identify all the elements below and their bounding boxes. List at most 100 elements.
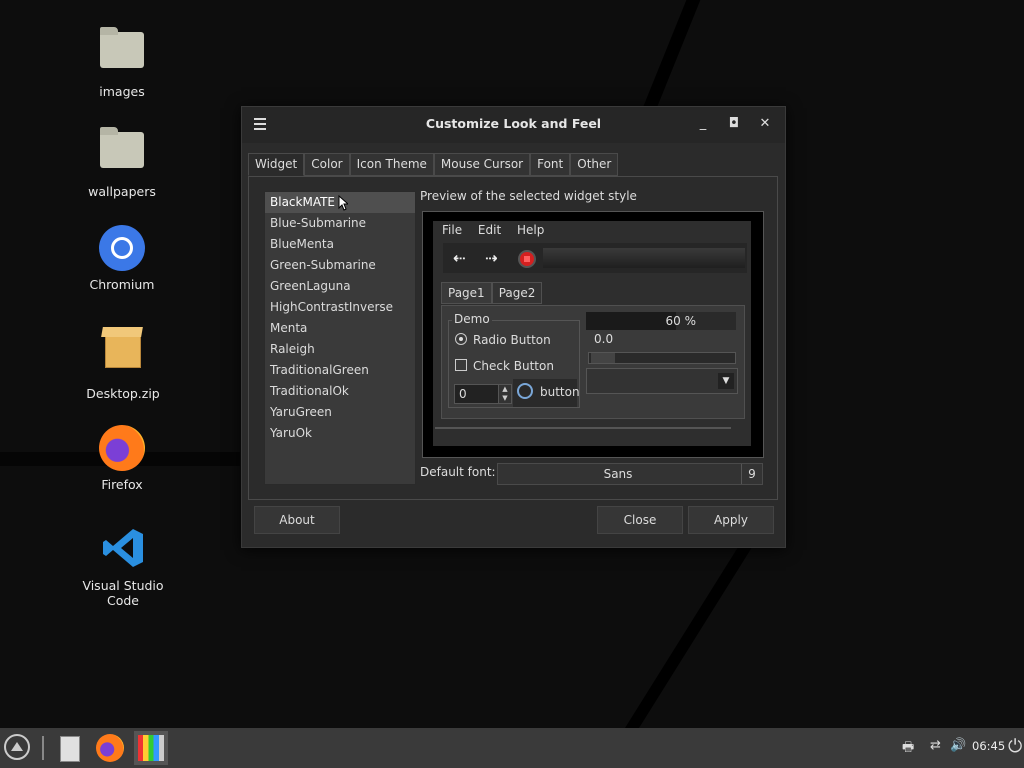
style-item[interactable]: Green-Submarine [265,255,415,276]
preview-window: File Edit Help ⇠ ⇢ Page1 Page2 Radio Butt… [433,221,751,446]
firefox-icon [96,734,124,762]
desktop-icon-firefox[interactable]: Firefox [67,424,177,492]
forward-arrow-icon[interactable]: ⇢ [485,249,505,267]
file-manager-icon [60,736,80,762]
tab-color[interactable]: Color [304,153,350,176]
taskbar-file-manager[interactable] [53,731,87,765]
chromium-icon [98,225,146,273]
style-item[interactable]: GreenLaguna [265,276,415,297]
preview-menu-help[interactable]: Help [517,221,544,239]
tab-mouse-cursor[interactable]: Mouse Cursor [433,153,531,176]
radio-dot-icon [455,333,467,345]
desktop-icon-desktop-zip[interactable]: Desktop.zip [68,324,178,401]
desktop-icon-label: wallpapers [88,184,156,199]
tab-font[interactable]: Font [530,153,571,176]
close-window-button[interactable]: ✕ [757,116,773,132]
clock[interactable]: 06:45 [972,739,1005,753]
font-name: Sans [603,467,633,481]
preview-tab-bar: Page1 Page2 [441,282,543,304]
tab-icon-theme[interactable]: Icon Theme [349,153,434,176]
printer-icon[interactable]: 🖶 [902,738,914,760]
desktop-icon-wallpapers[interactable]: wallpapers [67,126,177,199]
network-icon[interactable]: ⇄ [930,738,941,753]
demo-check-button[interactable]: Check Button [455,359,554,373]
folder-icon [98,127,146,180]
desktop-icon-images[interactable]: images [67,26,177,99]
appearance-icon [138,735,164,761]
widget-tab-panel: BlackMATE Blue-Submarine BlueMenta Green… [248,176,778,500]
zip-archive-icon [99,334,147,382]
font-size: 9 [741,464,762,484]
minimize-button[interactable]: _ [695,116,711,132]
preview-menu-file[interactable]: File [442,221,462,239]
slider-knob[interactable] [591,353,615,363]
firefox-icon [98,425,146,473]
close-button[interactable]: Close [597,506,683,534]
style-item[interactable]: YaruGreen [265,402,415,423]
stop-icon[interactable] [518,250,536,268]
taskbar: 🖶 ⇄ 🔊 06:45 ⏻ [0,728,1024,768]
desktop-icon-label: Visual Studio Code [82,578,164,608]
background-stripe [617,540,757,740]
scale-value: 0.0 [594,332,614,346]
tab-bar: Widget Color Icon Theme Mouse Cursor Font Oth… [248,153,619,176]
window-titlebar[interactable]: Customize Look and Feel _ ◘ ✕ [242,107,785,143]
preview-tab-page2[interactable]: Page2 [491,282,543,304]
taskbar-separator [42,736,44,760]
radio-label: Radio Button [473,333,551,347]
start-menu-icon[interactable] [4,734,30,760]
demo-radio-button[interactable]: Radio Button [455,333,551,347]
maximize-button[interactable]: ◘ [726,116,742,132]
desktop-icon-vscode[interactable]: Visual Studio Code [68,524,178,608]
chevron-down-icon[interactable]: ▼ [718,373,734,389]
desktop-icon-label: Firefox [101,477,143,492]
check-label: Check Button [473,359,554,373]
toolbar-fill [543,248,745,268]
style-item[interactable]: YaruOk [265,423,415,444]
mouse-pointer-icon [338,195,348,211]
demo-spin-button[interactable]: 0 ▲ ▼ [454,384,512,404]
about-button[interactable]: About [254,506,340,534]
spin-arrows-icon[interactable]: ▲ ▼ [498,385,511,403]
preview-toolbar: ⇠ ⇢ [443,243,747,273]
style-item[interactable]: BlueMenta [265,234,415,255]
vscode-icon [99,526,147,574]
apply-button[interactable]: Apply [688,506,774,534]
demo-button[interactable]: button [513,379,580,407]
preview-menu-edit[interactable]: Edit [478,221,501,239]
preview-menubar: File Edit Help [433,221,751,239]
widget-style-list[interactable]: BlackMATE Blue-Submarine BlueMenta Green… [264,191,416,485]
style-item[interactable]: Raleigh [265,339,415,360]
customize-look-and-feel-window: Customize Look and Feel _ ◘ ✕ Widget Colo… [241,106,786,548]
preview-label: Preview of the selected widget style [420,189,637,203]
progress-text: 60 % [665,314,697,328]
widget-preview: File Edit Help ⇠ ⇢ Page1 Page2 Radio Butt… [422,211,764,458]
demo-combo-box[interactable]: ▼ [586,368,738,394]
demo-button-label: button [540,385,580,399]
tab-widget[interactable]: Widget [248,153,305,176]
desktop-icon-label: Desktop.zip [86,386,160,401]
style-item[interactable]: Blue-Submarine [265,213,415,234]
folder-icon [98,27,146,80]
default-font-button[interactable]: Sans 9 [497,463,763,485]
style-item[interactable]: TraditionalOk [265,381,415,402]
taskbar-firefox[interactable] [93,731,127,765]
style-item[interactable]: Menta [265,318,415,339]
back-arrow-icon[interactable]: ⇠ [453,249,473,267]
power-icon[interactable]: ⏻ [1008,736,1024,758]
magnifier-icon [517,383,533,399]
volume-icon[interactable]: 🔊 [950,738,966,753]
demo-slider[interactable] [588,352,736,364]
desktop-icon-label: Chromium [89,277,155,292]
style-item[interactable]: HighContrastInverse [265,297,415,318]
desktop-icon-label: images [99,84,145,99]
default-font-label: Default font: [420,465,496,479]
style-item[interactable]: TraditionalGreen [265,360,415,381]
taskbar-appearance-settings[interactable] [134,731,168,765]
tab-other[interactable]: Other [570,153,619,176]
checkbox-icon [455,359,467,371]
desktop-icon-chromium[interactable]: Chromium [67,224,177,292]
preview-tab-page1[interactable]: Page1 [441,282,492,304]
demo-progress-bar: 60 % [586,312,736,330]
preview-page: Radio Button Check Button 0 ▲ ▼ button De… [441,305,745,419]
